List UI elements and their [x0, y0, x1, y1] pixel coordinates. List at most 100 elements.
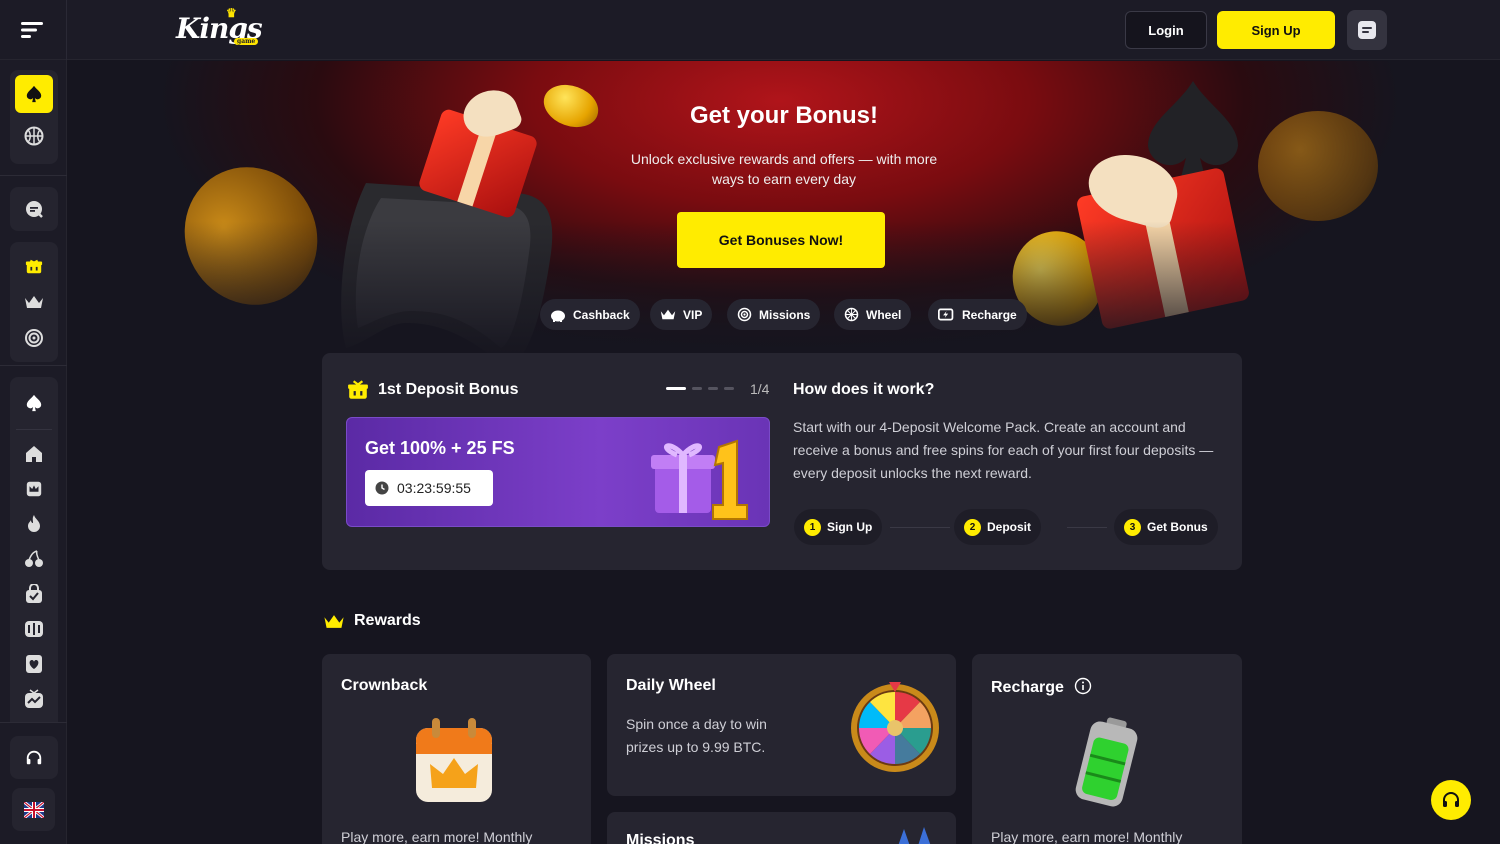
battery-bolt-icon [938, 308, 954, 321]
reward-card-recharge[interactable]: Recharge Play more, earn more! Monthly [972, 654, 1242, 844]
reward-card-daily-wheel[interactable]: Daily Wheel Spin once a day to win prize… [607, 654, 956, 796]
clock-icon [375, 481, 389, 495]
crown-box-icon [26, 481, 42, 496]
fortune-wheel-icon [851, 682, 939, 772]
heart-card-icon [26, 654, 42, 673]
missions-decoration-icon [898, 827, 931, 844]
rewards-heading: Rewards [323, 612, 421, 630]
sidebar-group-games [10, 377, 58, 722]
deposit-bonus-title: 1st Deposit Bonus [378, 381, 519, 398]
slots-icon [25, 620, 43, 637]
carousel-page-counter: 1/4 [750, 381, 770, 397]
calendar-crown-icon [416, 718, 492, 802]
sidebar-item-support[interactable] [10, 736, 58, 779]
gift-icon [348, 380, 368, 399]
crown-icon [660, 309, 676, 320]
info-icon[interactable] [1074, 677, 1092, 695]
uk-flag-icon [23, 801, 44, 818]
step-connector [1067, 527, 1107, 528]
crown-icon [25, 296, 43, 308]
crownback-title: Crownback [341, 677, 428, 694]
sidebar-item-hot[interactable] [10, 506, 58, 541]
crown-icon [324, 614, 344, 628]
spade-icon [26, 394, 42, 412]
sidebar-item-originals[interactable] [10, 471, 58, 506]
crownback-text: Play more, earn more! Monthly [341, 829, 533, 844]
missions-title: Missions [626, 832, 695, 844]
basketball-icon [24, 126, 44, 146]
sidebar-group-promos [10, 242, 58, 362]
step-get-bonus[interactable]: 3 Get Bonus [1114, 509, 1218, 545]
sidebar-group-support [10, 736, 58, 779]
recharge-text: Play more, earn more! Monthly [991, 829, 1183, 844]
how-it-works-text: Start with our 4-Deposit Welcome Pack. C… [793, 419, 1214, 481]
gift-icon [25, 259, 43, 274]
login-button[interactable]: Login [1125, 11, 1207, 49]
spade-icon [26, 85, 42, 103]
step-connector [890, 527, 950, 528]
chat-button[interactable] [1347, 10, 1387, 50]
sidebar-group-chat [10, 187, 58, 231]
support-chat-button[interactable] [1431, 780, 1471, 820]
language-selector[interactable] [12, 788, 55, 831]
logo-sub: game [234, 38, 259, 45]
sidebar-item-casino[interactable] [15, 75, 53, 113]
reward-card-crownback[interactable]: Crownback Play more, earn more! Monthly [322, 654, 591, 844]
headset-icon [26, 750, 42, 764]
how-it-works-title: How does it work? [793, 381, 935, 398]
chip-cashback[interactable]: Cashback [540, 299, 640, 330]
spade-decoration [341, 183, 553, 361]
sidebar-item-casino-games[interactable] [10, 377, 58, 429]
reward-card-missions[interactable]: Missions [607, 812, 956, 844]
piggy-bank-icon [551, 310, 565, 322]
offer-card[interactable]: Get 100% + 25 FS 03:23:59:55 [346, 417, 770, 527]
hero-title: Get your Bonus! [689, 102, 878, 129]
sidebar-item-slots[interactable] [10, 541, 58, 576]
live-tv-icon [25, 688, 43, 708]
menu-icon [21, 22, 43, 38]
recharge-title: Recharge [991, 677, 1092, 697]
sidebar-item-search[interactable] [10, 187, 58, 231]
search-chat-icon [26, 201, 43, 218]
sidebar-item-live[interactable] [10, 611, 58, 646]
menu-toggle-button[interactable] [0, 0, 67, 60]
deposit-bonus-panel: 1st Deposit Bonus 1/4 Get 100% + 25 FS 0… [322, 353, 1242, 570]
sidebar [0, 60, 67, 844]
logo-crown-icon: ♛ [226, 6, 237, 20]
headset-icon [1443, 792, 1459, 807]
carousel-dots[interactable] [666, 387, 734, 390]
chip-wheel[interactable]: Wheel [834, 299, 912, 330]
chip-missions[interactable]: Missions [727, 299, 821, 330]
target-icon [737, 307, 752, 322]
sidebar-item-missions[interactable] [10, 320, 58, 356]
kings-logo[interactable]: Kings ♛ game [176, 6, 263, 45]
sidebar-group-sports [10, 70, 58, 164]
sidebar-item-sports[interactable] [10, 118, 58, 154]
sidebar-item-bonus-buy[interactable] [10, 576, 58, 611]
daily-wheel-title: Daily Wheel [626, 677, 716, 694]
fire-icon [28, 514, 40, 532]
top-header: Kings ♛ game Login Sign Up [0, 0, 1500, 60]
bag-icon [26, 583, 42, 603]
daily-wheel-text: Spin once a day to win prizes up to 9.99… [626, 716, 767, 755]
home-icon [26, 445, 42, 462]
sidebar-item-table-games[interactable] [10, 646, 58, 681]
chip-vip[interactable]: VIP [650, 299, 713, 330]
hero-subtitle: Unlock exclusive rewards and offers — wi… [630, 151, 938, 187]
chip-recharge[interactable]: Recharge [928, 299, 1027, 330]
gift-number-one-decoration [651, 439, 748, 520]
step-deposit[interactable]: 2 Deposit [954, 509, 1042, 545]
cherry-icon [25, 549, 43, 567]
target-icon [25, 329, 43, 347]
wheel-icon [844, 307, 859, 322]
sidebar-item-live-tv[interactable] [10, 681, 58, 716]
sidebar-item-bonuses[interactable] [10, 248, 58, 284]
sidebar-item-lobby[interactable] [10, 436, 58, 471]
offer-title: Get 100% + 25 FS [365, 438, 515, 458]
step-sign-up[interactable]: 1 Sign Up [794, 509, 883, 545]
sidebar-item-vip[interactable] [10, 284, 58, 320]
get-bonuses-button[interactable]: Get Bonuses Now! [677, 212, 885, 268]
battery-icon [1075, 717, 1138, 807]
signup-button[interactable]: Sign Up [1217, 11, 1335, 49]
countdown-timer: 03:23:59:55 [365, 470, 493, 506]
